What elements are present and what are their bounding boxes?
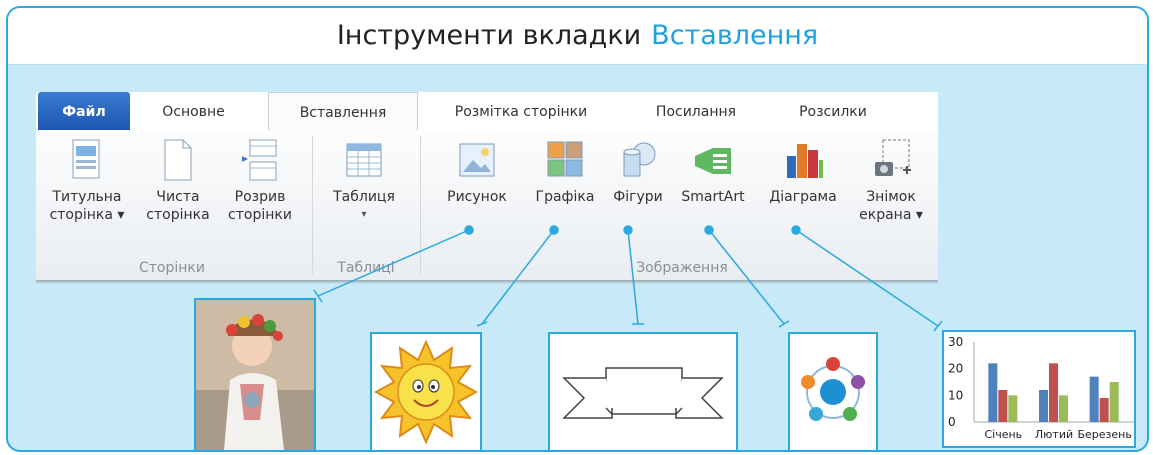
chart-bar	[988, 363, 998, 422]
sun-clipart-image	[373, 339, 479, 445]
smartart-cycle-image	[801, 357, 865, 421]
chart-bar	[1109, 382, 1119, 422]
connector-dot	[464, 225, 474, 235]
child-photo-image	[196, 300, 314, 450]
chart-bar	[1049, 363, 1058, 422]
chart-y-tick-label: 10	[948, 388, 963, 402]
chart-bar	[1008, 395, 1018, 422]
chart-bar	[1039, 390, 1048, 422]
clipart-example	[370, 332, 482, 450]
connector-smartart	[708, 229, 785, 325]
chart-x-tick-label: Березень	[1077, 428, 1131, 441]
chart-x-tick-label: Січень	[984, 428, 1022, 441]
chart-y-tick-label: 0	[948, 415, 956, 429]
picture-example	[194, 298, 316, 450]
chart-bar	[998, 390, 1008, 422]
smartart-example	[788, 332, 878, 450]
connector-tick	[778, 320, 790, 328]
slide-frame: Інструменти вкладки Вставлення Файл Основ…	[6, 6, 1149, 452]
chart-bar	[1089, 376, 1099, 422]
ribbon-shape-image	[562, 367, 724, 419]
chart-example-svg: 30 20 10 0 Січень Лютий Березень	[948, 335, 1134, 441]
chart-bar	[1059, 395, 1068, 422]
chart-y-tick-label: 30	[948, 335, 963, 349]
chart-y-tick-label: 20	[948, 362, 963, 376]
connector-dot	[704, 225, 714, 235]
connector-shapes	[627, 229, 639, 325]
connector-chart	[795, 229, 939, 327]
connector-tick	[476, 321, 488, 327]
shapes-example	[548, 332, 738, 450]
chart-example: 30 20 10 0 Січень Лютий Березень	[942, 330, 1136, 448]
connector-clipart	[481, 229, 555, 325]
connector-dot	[791, 225, 801, 235]
connector-dot	[623, 225, 633, 235]
connector-tick	[933, 320, 943, 332]
connector-dot	[549, 225, 559, 235]
chart-x-tick-label: Лютий	[1035, 428, 1073, 441]
connector-picture	[317, 229, 470, 297]
chart-bar	[1099, 398, 1109, 422]
